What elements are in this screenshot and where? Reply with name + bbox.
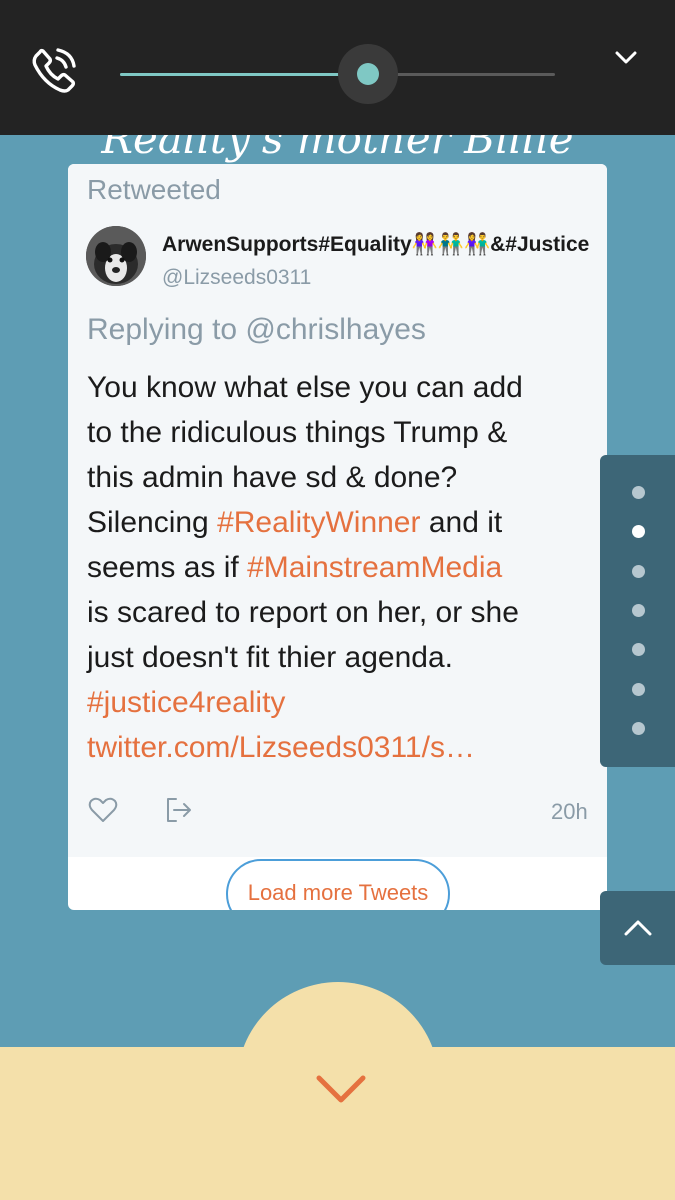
hashtag-reality-winner[interactable]: #RealityWinner (217, 506, 420, 539)
load-more-button[interactable]: Load more Tweets (226, 859, 450, 910)
nav-dot[interactable] (632, 721, 645, 735)
nav-dot[interactable] (632, 564, 645, 578)
tweet-timestamp[interactable]: 20h (551, 797, 588, 827)
display-name[interactable]: ArwenSupports#Equality👭👬👫&#Justice (162, 229, 589, 261)
call-progress-fill (120, 73, 368, 76)
tweet-text-line: just doesn't fit thier agenda. (87, 641, 453, 674)
avatar[interactable] (86, 226, 146, 286)
tweet-text-line: You know what else you can add (87, 371, 523, 404)
tweet[interactable]: Retweeted ArwenSupports#Equality👭👬👫&#Jus… (68, 164, 607, 857)
chevron-down-icon[interactable] (313, 1070, 369, 1110)
nav-dot[interactable] (632, 682, 645, 696)
tweet-text-line: to the ridiculous things Trump & (87, 416, 508, 449)
tweet-text-fragment: seems as if (87, 551, 248, 584)
share-arrow-icon[interactable] (164, 796, 194, 824)
phone-in-call-icon[interactable] (30, 46, 78, 94)
heart-outline-icon[interactable] (88, 796, 118, 824)
nav-dot[interactable] (632, 603, 645, 617)
scroll-to-top-button[interactable] (600, 891, 675, 965)
tweet-text: You know what else you can add to the ri… (87, 365, 592, 770)
nav-dot[interactable] (632, 525, 645, 539)
dog-avatar-image (86, 226, 146, 286)
tweet-text-line: this admin have sd & done? (87, 461, 458, 494)
replying-to[interactable]: Replying to @chrislhayes (87, 310, 426, 350)
retweeted-label: Retweeted (87, 174, 221, 205)
tweet-text-line: seems as if #MainstreamMedia (87, 545, 592, 590)
call-progress-thumb[interactable] (356, 63, 379, 85)
hashtag-mainstream-media[interactable]: #MainstreamMedia (247, 551, 502, 584)
user-handle[interactable]: @Lizseeds0311 (162, 263, 311, 293)
tweet-text-line: Silencing #RealityWinner and it (87, 500, 592, 545)
call-bar (0, 0, 675, 135)
section-dot-navigation (600, 455, 675, 767)
tweet-text-line: is scared to report on her, or she (87, 596, 519, 629)
chevron-up-icon (624, 920, 652, 936)
hashtag-justice4reality[interactable]: #justice4reality (87, 680, 592, 725)
nav-dot[interactable] (632, 643, 645, 657)
tweet-link[interactable]: twitter.com/Lizseeds0311/s… (87, 725, 592, 770)
tweet-text-fragment: and it (420, 506, 503, 539)
tweet-text-fragment: Silencing (87, 506, 218, 539)
chevron-down-icon[interactable] (612, 44, 640, 72)
nav-dot[interactable] (632, 486, 645, 499)
tweet-card: Retweeted ArwenSupports#Equality👭👬👫&#Jus… (68, 164, 607, 910)
